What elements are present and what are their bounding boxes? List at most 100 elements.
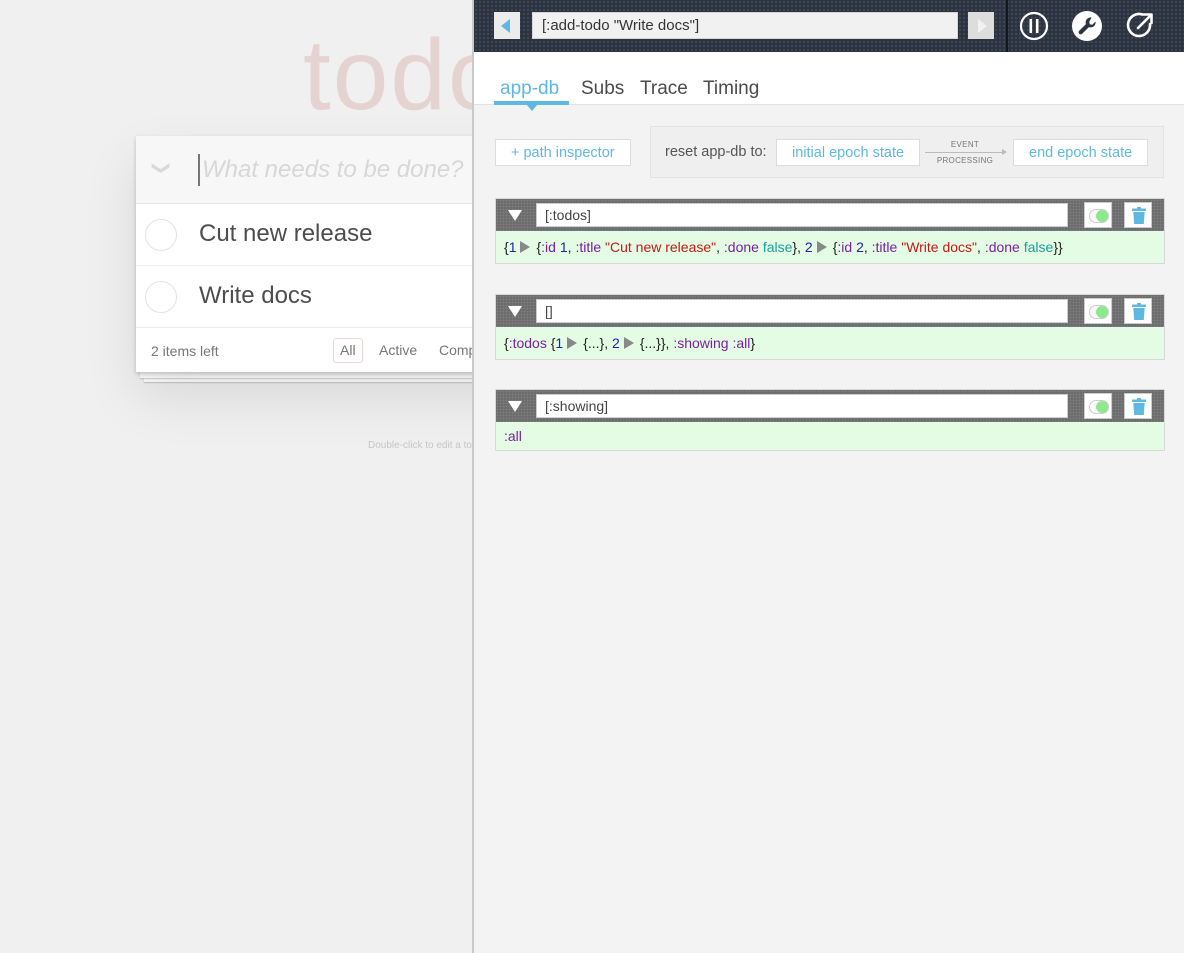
path-input[interactable] [536,299,1068,323]
event-processing-label: EVENT [950,140,980,149]
path-input[interactable] [536,394,1068,418]
todo-checkbox[interactable] [145,219,177,251]
app-title: todos [303,19,474,131]
value-token: }, [792,239,805,255]
value-token: :all [504,428,522,444]
value-token: }} [1053,239,1063,255]
todo-footer: 2 items left All Active Completed [136,328,474,372]
tab-timing[interactable]: Timing [703,78,759,100]
value-token: , [604,335,613,351]
event-processing-label: PROCESSING [936,156,994,165]
diff-toggle-button[interactable] [1084,298,1112,324]
todo-card: ❯ Cut new release Write docs 2 items lef… [136,136,474,372]
trash-icon [1132,303,1146,320]
todo-label: Cut new release [199,220,373,247]
reset-end-epoch-button[interactable]: end epoch state [1013,139,1149,166]
toggle-on-icon [1089,400,1109,414]
toggle-on-icon [1089,305,1109,319]
value-token: "Cut new release" [605,239,717,255]
settings-wrench-icon[interactable] [1071,10,1103,42]
event-processing-arrow: EVENT PROCESSING [921,139,1009,166]
value-token: } [750,335,756,351]
collapse-triangle-icon[interactable] [508,401,522,412]
divider [1006,0,1008,52]
devtools-panel: [:add-todo "Write docs"] app-db Subs Tra… [472,0,1184,953]
inspector-value: {1 {:id 1, :title "Cut new release", :don… [496,231,1164,263]
diff-toggle-button[interactable] [1084,393,1112,419]
filter-all[interactable]: All [333,338,363,363]
expand-triangle-icon[interactable] [816,241,827,253]
value-token: :done [984,239,1020,255]
todo-app: todos ❯ Cut new release Write docs 2 ite… [0,0,474,953]
tab-subs[interactable]: Subs [581,78,624,100]
value-token: , [977,239,985,255]
edit-hint: Double-click to edit a todo [368,440,474,451]
expand-triangle-icon[interactable] [623,337,634,349]
inspector-value: :all [496,422,1164,450]
event-navigation-bar: [:add-todo "Write docs"] [474,0,1184,52]
pause-icon[interactable] [1018,10,1050,42]
tab-trace[interactable]: Trace [640,78,688,100]
value-token: }, [660,335,674,351]
value-token: :todos [508,335,547,351]
diff-toggle-button[interactable] [1084,202,1112,228]
expand-triangle-icon[interactable] [567,337,578,349]
inspector-header [496,390,1164,422]
filter-completed[interactable]: Completed [432,338,474,363]
collapse-triangle-icon[interactable] [508,210,522,221]
delete-inspector-button[interactable] [1124,202,1152,228]
value-token: {...} [583,335,605,351]
trash-icon [1132,398,1146,415]
inspector-header [496,199,1164,231]
inspector-header [496,295,1164,327]
collapse-triangle-icon[interactable] [508,306,522,317]
popout-icon[interactable] [1124,10,1156,42]
delete-inspector-button[interactable] [1124,298,1152,324]
reset-app-db-controls: reset app-db to: initial epoch state EVE… [650,126,1164,178]
value-token: :id [837,239,853,255]
path-input[interactable] [536,203,1068,227]
value-token: 1 [559,239,568,255]
left-arrow-icon [501,19,510,33]
delete-inspector-button[interactable] [1124,393,1152,419]
path-inspector: :all [495,389,1165,451]
value-token: :title [575,239,602,255]
active-tab-caret [526,104,538,111]
value-token: , [716,239,724,255]
value-token: :showing [673,335,729,351]
filter-active[interactable]: Active [372,338,424,363]
toggle-on-icon [1089,209,1109,223]
new-todo-row: ❯ [136,136,474,204]
value-token: false [762,239,793,255]
add-path-inspector-button[interactable]: + path inspector [495,139,631,166]
value-token: false [1023,239,1054,255]
value-token: 2 [804,239,813,255]
tab-bar: app-db Subs Trace Timing [474,52,1184,111]
toggle-all-chevron-icon[interactable]: ❯ [152,158,172,178]
todo-checkbox[interactable] [145,281,177,313]
next-event-button[interactable] [968,12,994,39]
value-token: 1 [508,239,517,255]
reset-initial-epoch-button[interactable]: initial epoch state [776,139,921,166]
arrow-icon [925,149,1007,155]
path-inspector: {:todos {1{...}, 2{...}}, :showing :all} [495,294,1165,360]
current-event-display: [:add-todo "Write docs"] [532,12,958,39]
value-token: {...} [639,335,661,351]
value-token: , [863,239,872,255]
previous-event-button[interactable] [494,12,520,39]
new-todo-input[interactable] [198,154,474,186]
right-arrow-icon [978,19,987,33]
todo-label: Write docs [199,282,312,309]
todo-item[interactable]: Write docs [136,266,474,328]
value-token: :id [541,239,556,255]
todo-item[interactable]: Cut new release [136,204,474,266]
inspector-value: {:todos {1 {...}, 2 {...}}, :showing :all} [496,327,1164,359]
value-token: 1 [555,335,564,351]
items-left-count: 2 items left [151,343,219,359]
tab-app-db[interactable]: app-db [500,78,559,100]
value-token: "Write docs" [901,239,978,255]
value-token: :done [723,239,759,255]
value-token: :all [732,335,751,351]
expand-triangle-icon[interactable] [520,241,531,253]
trash-icon [1132,207,1146,224]
